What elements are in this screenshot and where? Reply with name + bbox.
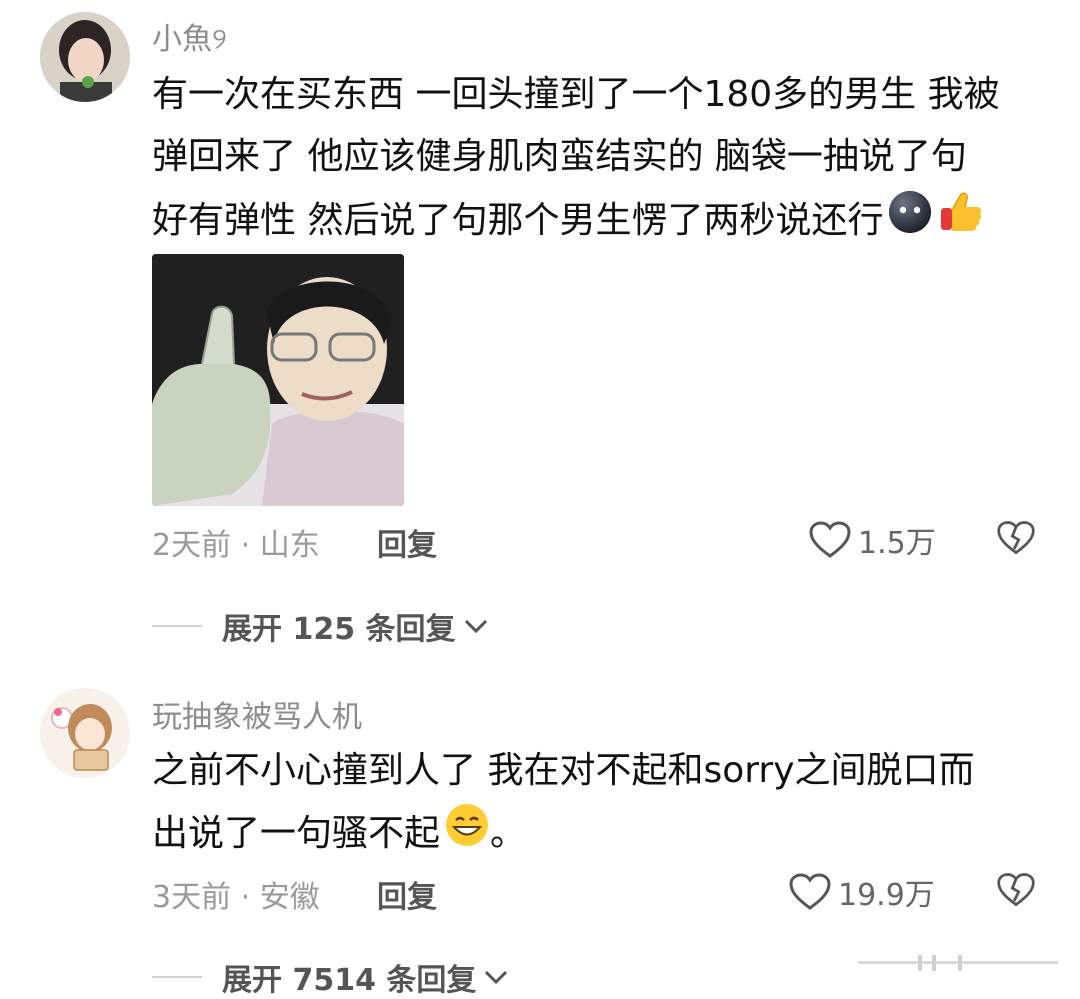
dislike-button[interactable]: [996, 518, 1036, 558]
dark-face-emoji: [887, 189, 933, 255]
chevron-down-icon: [485, 970, 508, 985]
divider-dash: [152, 625, 202, 627]
comment-line-with-emoji: 出说了一句骚不起 。: [152, 802, 1052, 868]
expand-replies[interactable]: 展开 7514 条回复: [152, 955, 510, 999]
comment-line: 弹回来了 他应该健身肌肉蛮结实的 脑袋一抽说了句: [152, 136, 967, 177]
comment-line-text: 出说了一句骚不起: [152, 813, 441, 854]
comment-tail: 。: [490, 813, 527, 854]
comment-line-with-emoji: 好有弹性 然后说了句那个男生愣了两秒说还行: [152, 188, 1052, 256]
expand-replies[interactable]: 展开 125 条回复: [152, 604, 490, 648]
like-button[interactable]: 1.5万: [808, 518, 936, 562]
reply-image[interactable]: [152, 254, 404, 506]
thumbs-up-emoji: [937, 188, 985, 256]
reply-button[interactable]: 回复: [377, 872, 437, 916]
like-count: 1.5万: [858, 526, 936, 561]
comment-meta: 2天前 · 山东: [152, 528, 320, 563]
username[interactable]: 小魚୨: [152, 14, 227, 58]
comment-line: 有一次在买东西 一回头撞到了一个180多的男生 我被: [152, 74, 1000, 115]
reply-button[interactable]: 回复: [377, 520, 437, 564]
broken-heart-icon: [997, 873, 1035, 907]
broken-heart-icon: [997, 521, 1035, 555]
comment-line: 之前不小心撞到人了 我在对不起和sorry之间脱口而: [152, 750, 975, 791]
heart-icon: [809, 521, 851, 558]
heart-icon: [789, 873, 831, 910]
divider-dash: [152, 976, 202, 978]
watermark-decoration: [858, 955, 1058, 971]
like-button[interactable]: 19.9万: [788, 870, 935, 914]
avatar[interactable]: [40, 12, 130, 102]
dislike-button[interactable]: [996, 870, 1036, 910]
comment-body: 之前不小心撞到人了 我在对不起和sorry之间脱口而 出说了一句骚不起 。: [152, 740, 1052, 868]
avatar[interactable]: [40, 688, 130, 778]
comment-meta: 3天前 · 安徽: [152, 880, 320, 915]
grinning-face-emoji: [444, 802, 490, 868]
expand-label: 展开 125 条回复: [222, 612, 456, 647]
expand-label: 展开 7514 条回复: [222, 963, 477, 998]
comment-line-text: 好有弹性 然后说了句那个男生愣了两秒说还行: [152, 200, 884, 241]
comment-body: 有一次在买东西 一回头撞到了一个180多的男生 我被 弹回来了 他应该健身肌肉蛮…: [152, 64, 1052, 256]
chevron-down-icon: [464, 619, 487, 634]
username[interactable]: 玩抽象被骂人机: [152, 692, 362, 736]
like-count: 19.9万: [838, 878, 935, 913]
